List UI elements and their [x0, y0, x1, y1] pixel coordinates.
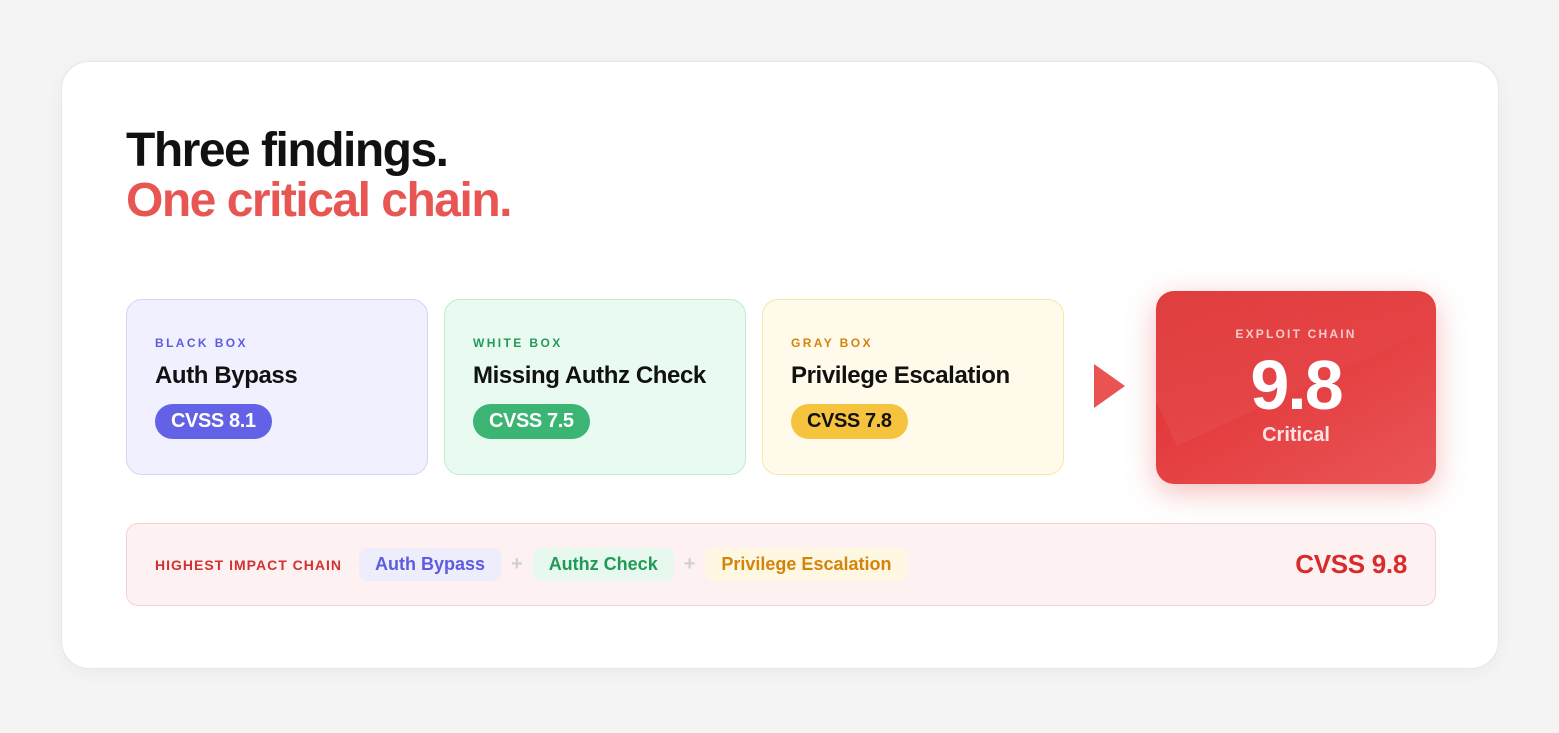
exploit-chain-score: 9.8 — [1250, 346, 1343, 424]
finding-card-gray-box: GRAY BOX Privilege Escalation CVSS 7.8 — [762, 299, 1064, 475]
plus-icon: + — [511, 553, 523, 575]
headline-line-1: Three findings. — [126, 124, 449, 177]
exploit-chain-severity: Critical — [1262, 424, 1330, 446]
chain-label: HIGHEST IMPACT CHAIN — [155, 556, 342, 573]
plus-icon: + — [683, 553, 696, 575]
chain-step-auth-bypass: Auth Bypass — [358, 548, 501, 581]
cvss-badge: CVSS 8.1 — [155, 404, 272, 439]
finding-title: Privilege Escalation — [791, 362, 1010, 389]
headline-line-2: One critical chain. — [126, 174, 512, 227]
highest-impact-chain-bar: HIGHEST IMPACT CHAIN Auth Bypass + Authz… — [126, 523, 1436, 606]
cvss-badge: CVSS 7.8 — [791, 404, 908, 439]
findings-card: Three findings. One critical chain. BLAC… — [61, 61, 1499, 669]
finding-type-label: GRAY BOX — [791, 336, 873, 350]
cvss-badge: CVSS 7.5 — [473, 404, 590, 439]
finding-card-white-box: WHITE BOX Missing Authz Check CVSS 7.5 — [444, 299, 746, 475]
finding-title: Auth Bypass — [155, 362, 298, 389]
finding-title: Missing Authz Check — [473, 362, 706, 389]
chain-cvss-score: CVSS 9.8 — [1295, 549, 1407, 579]
exploit-chain-card: EXPLOIT CHAIN 9.8 Critical — [1156, 291, 1436, 484]
headline: Three findings. One critical chain. — [126, 124, 512, 227]
chain-step-privilege-escalation: Privilege Escalation — [705, 548, 908, 581]
finding-card-black-box: BLACK BOX Auth Bypass CVSS 8.1 — [126, 299, 428, 475]
exploit-chain-label: EXPLOIT CHAIN — [1235, 327, 1357, 341]
chain-step-authz-check: Authz Check — [532, 548, 674, 581]
finding-type-label: WHITE BOX — [473, 336, 563, 350]
finding-type-label: BLACK BOX — [155, 336, 248, 350]
arrow-right-icon — [1094, 364, 1125, 408]
